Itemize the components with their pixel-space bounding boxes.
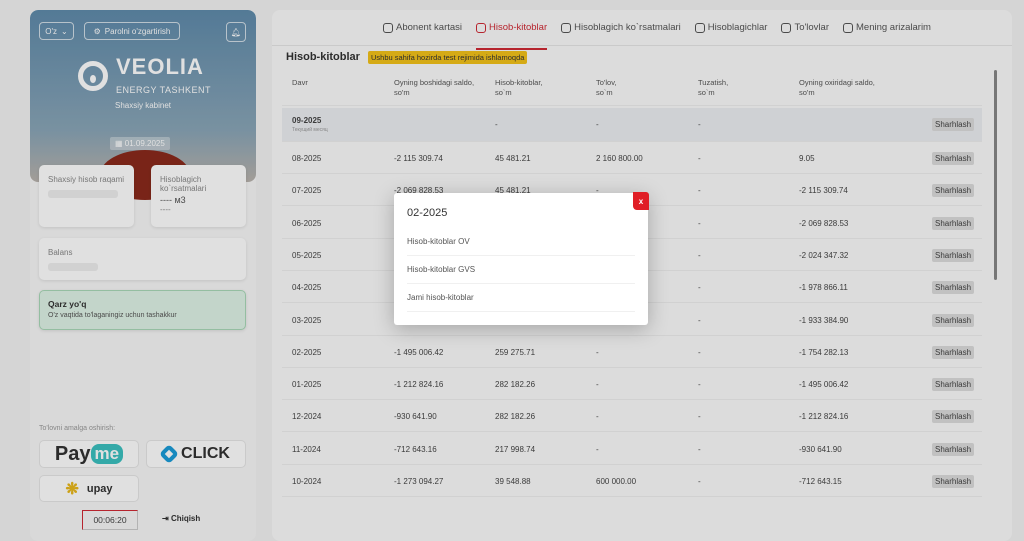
period-modal: 02-2025 Hisob-kitoblar OV Hisob-kitoblar… [394,192,649,325]
close-icon: x [638,196,644,206]
modal-item-gvs[interactable]: Hisob-kitoblar GVS [407,256,635,284]
modal-item-total[interactable]: Jami hisob-kitoblar [407,284,635,312]
modal-item-ov[interactable]: Hisob-kitoblar OV [407,228,635,256]
modal-title: 02-2025 [407,207,448,219]
close-button[interactable]: x [633,192,649,210]
